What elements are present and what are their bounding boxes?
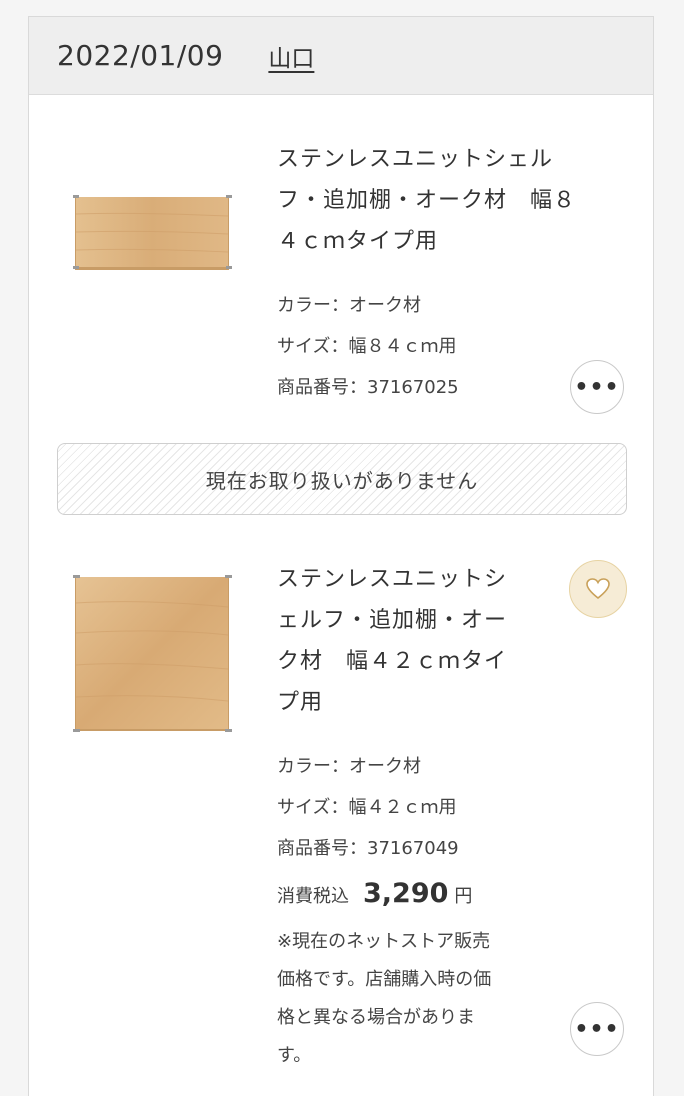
purchase-date: 2022/01/09 (57, 39, 224, 72)
product-size: サイズ：幅８４ｃｍ用 (277, 336, 457, 357)
store-link[interactable]: 山口 (268, 39, 314, 73)
product-number: 商品番号：37167049 (277, 838, 459, 859)
more-options-button[interactable]: ••• (570, 1002, 624, 1056)
product-number: 商品番号：37167025 (277, 377, 459, 398)
order-history-card: 2022/01/09 山口 ステンレスユニットシェル フ・追加棚・オーク材 幅８… (28, 16, 654, 1096)
product-title[interactable]: ステンレスユニットシ ェルフ・追加棚・オー ク材 幅４２ｃｍタイ プ用 (277, 559, 507, 723)
price-value: 3,290 (363, 878, 449, 909)
price-currency: 円 (454, 886, 473, 907)
more-options-button[interactable]: ••• (570, 360, 624, 414)
price-label: 消費税込 (277, 886, 349, 907)
product-color: カラー：オーク材 (277, 295, 421, 316)
favorite-button[interactable] (569, 560, 627, 618)
unavailable-notice: 現在お取り扱いがありません (57, 443, 627, 515)
product-image-shelf-84[interactable] (73, 192, 233, 276)
card-header: 2022/01/09 山口 (29, 17, 653, 95)
product-image-shelf-42[interactable] (73, 573, 233, 739)
product-meta: カラー：オーク材 サイズ：幅４２ｃｍ用 商品番号：37167049 (277, 746, 459, 869)
product-color: カラー：オーク材 (277, 756, 421, 777)
more-horizontal-icon: ••• (574, 374, 620, 400)
product-size: サイズ：幅４２ｃｍ用 (277, 797, 457, 818)
product-title[interactable]: ステンレスユニットシェル フ・追加棚・オーク材 幅８ ４ｃｍタイプ用 (277, 139, 576, 262)
more-horizontal-icon: ••• (574, 1016, 620, 1042)
price-note: ※現在のネットストア販売 価格です。店舗購入時の価 格と異なる場合がありま す。 (277, 931, 492, 1066)
price-row: 消費税込 3,290 円 (277, 872, 472, 919)
heart-icon (586, 578, 610, 600)
product-meta: カラー：オーク材 サイズ：幅８４ｃｍ用 商品番号：37167025 (277, 285, 459, 408)
